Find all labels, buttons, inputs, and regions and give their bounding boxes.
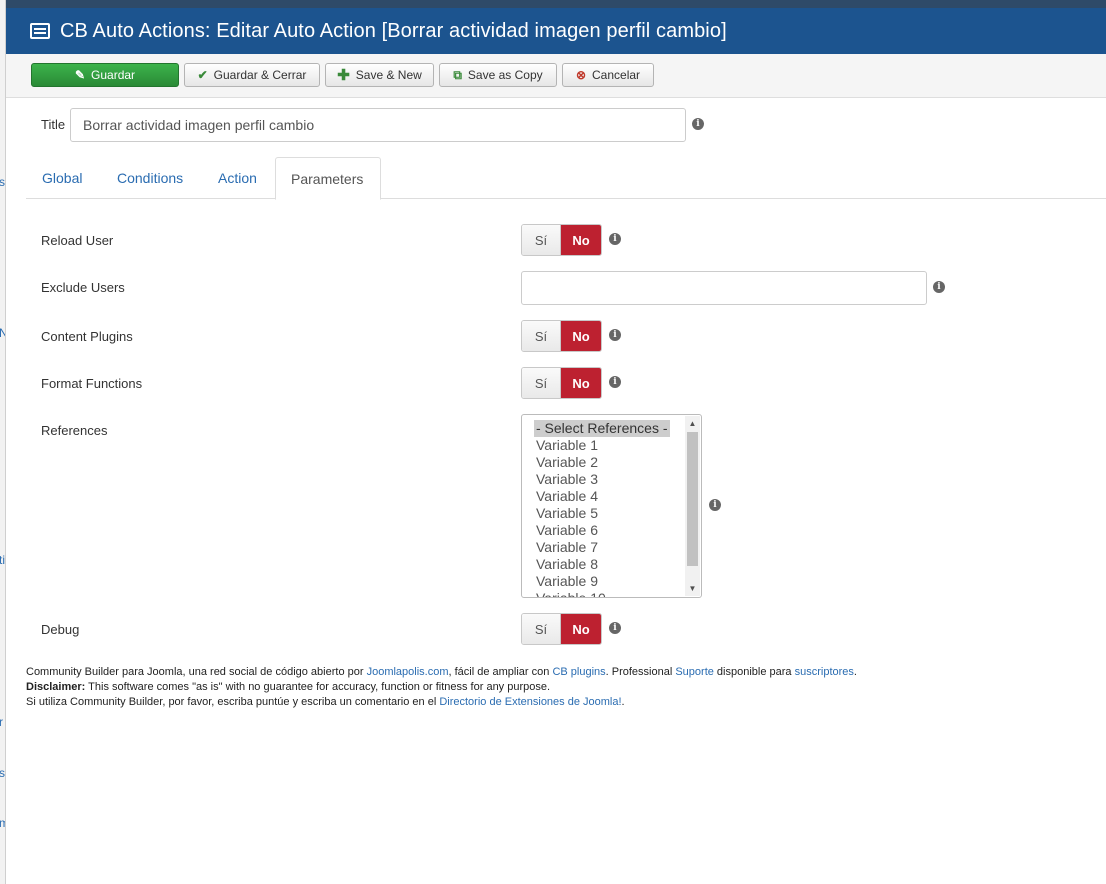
page-title: CB Auto Actions: Editar Auto Action [Bor… bbox=[60, 19, 727, 42]
content-plugins-toggle: Sí No bbox=[521, 320, 602, 352]
footer-line-disclaimer: Disclaimer: This software comes "as is" … bbox=[26, 680, 1026, 695]
scroll-up-arrow-icon[interactable]: ▲ bbox=[685, 416, 700, 431]
cancel-button-label: Cancelar bbox=[592, 68, 641, 82]
tab-bar: Global Conditions Action Parameters bbox=[26, 157, 1106, 200]
tab-action[interactable]: Action bbox=[203, 157, 272, 199]
reload-user-yes-option[interactable]: Sí bbox=[522, 225, 561, 255]
save-copy-button[interactable]: ⧉ Save as Copy bbox=[439, 63, 557, 87]
footer: Community Builder para Joomla, una red s… bbox=[26, 665, 1026, 710]
references-scrollbar[interactable]: ▲ ▼ bbox=[685, 416, 700, 596]
reload-user-label: Reload User bbox=[41, 233, 114, 248]
cancel-button[interactable]: ⊗ Cancelar bbox=[562, 63, 654, 87]
scroll-down-arrow-icon[interactable]: ▼ bbox=[685, 581, 700, 596]
debug-no-option[interactable]: No bbox=[561, 614, 601, 644]
references-option[interactable]: Variable 1 bbox=[534, 437, 670, 454]
references-option[interactable]: Variable 9 bbox=[534, 573, 670, 590]
edit-icon: ✎ bbox=[74, 68, 86, 82]
list-icon bbox=[30, 23, 50, 39]
save-close-button[interactable]: ✔ Guardar & Cerrar bbox=[184, 63, 320, 87]
references-option[interactable]: Variable 7 bbox=[534, 539, 670, 556]
info-icon[interactable]: i bbox=[609, 622, 621, 634]
background-fragment: N bbox=[0, 326, 5, 340]
toolbar: ✎ Guardar ✔ Guardar & Cerrar ✚ Save & Ne… bbox=[6, 54, 1106, 98]
exclude-users-input[interactable] bbox=[521, 271, 927, 305]
save-close-button-label: Guardar & Cerrar bbox=[213, 68, 307, 82]
joomla-extensions-directory-link[interactable]: Directorio de Extensiones de Joomla! bbox=[439, 696, 621, 708]
tab-conditions[interactable]: Conditions bbox=[102, 157, 198, 199]
background-fragment: r bbox=[0, 715, 3, 729]
save-copy-button-label: Save as Copy bbox=[467, 68, 543, 82]
footer-line-review: Si utiliza Community Builder, por favor,… bbox=[26, 695, 1026, 710]
references-option[interactable]: Variable 3 bbox=[534, 471, 670, 488]
footer-text: disponible para bbox=[713, 666, 795, 678]
background-fragment: s bbox=[0, 766, 5, 780]
content-plugins-no-option[interactable]: No bbox=[561, 321, 601, 351]
info-icon[interactable]: i bbox=[609, 329, 621, 341]
format-functions-yes-option[interactable]: Sí bbox=[522, 368, 561, 398]
save-new-button-label: Save & New bbox=[355, 68, 422, 82]
save-button[interactable]: ✎ Guardar bbox=[31, 63, 179, 87]
cb-plugins-link[interactable]: CB plugins bbox=[552, 666, 605, 678]
references-option[interactable]: Variable 2 bbox=[534, 454, 670, 471]
footer-line-credits: Community Builder para Joomla, una red s… bbox=[26, 665, 1026, 680]
debug-label: Debug bbox=[41, 622, 80, 637]
info-icon[interactable]: i bbox=[933, 281, 945, 293]
info-icon[interactable]: i bbox=[609, 376, 621, 388]
references-options: - Select References - Variable 1 Variabl… bbox=[534, 420, 670, 597]
copy-icon: ⧉ bbox=[453, 67, 462, 82]
page-header: CB Auto Actions: Editar Auto Action [Bor… bbox=[6, 8, 1106, 54]
background-fragment: s bbox=[0, 175, 5, 189]
title-label: Title bbox=[41, 117, 66, 132]
subscribers-link[interactable]: suscriptores bbox=[795, 666, 854, 678]
plus-icon: ✚ bbox=[337, 67, 350, 84]
save-button-label: Guardar bbox=[91, 68, 136, 82]
references-option[interactable]: Variable 5 bbox=[534, 505, 670, 522]
debug-yes-option[interactable]: Sí bbox=[522, 614, 561, 644]
info-icon[interactable]: i bbox=[692, 118, 704, 130]
content-plugins-label: Content Plugins bbox=[41, 329, 133, 344]
format-functions-toggle: Sí No bbox=[521, 367, 602, 399]
format-functions-label: Format Functions bbox=[41, 376, 143, 391]
exclude-users-label: Exclude Users bbox=[41, 280, 125, 295]
footer-text: Community Builder para Joomla, una red s… bbox=[26, 666, 367, 678]
cancel-circle-icon: ⊗ bbox=[575, 68, 587, 82]
footer-text: Si utiliza Community Builder, por favor,… bbox=[26, 696, 440, 708]
scroll-thumb[interactable] bbox=[687, 432, 698, 566]
references-option[interactable]: Variable 10 bbox=[534, 590, 670, 597]
top-band bbox=[6, 0, 1106, 8]
background-page-edge: s N ti r s m bbox=[0, 0, 6, 884]
save-new-button[interactable]: ✚ Save & New bbox=[325, 63, 434, 87]
disclaimer-label: Disclaimer: bbox=[26, 681, 86, 693]
background-fragment: ti bbox=[0, 553, 5, 567]
tab-parameters[interactable]: Parameters bbox=[275, 157, 381, 200]
footer-text: , fácil de ampliar con bbox=[448, 666, 553, 678]
footer-text: . bbox=[621, 696, 625, 708]
info-icon[interactable]: i bbox=[609, 233, 621, 245]
reload-user-no-option[interactable]: No bbox=[561, 225, 601, 255]
disclaimer-text: This software comes "as is" with no guar… bbox=[85, 681, 551, 693]
references-option[interactable]: Variable 8 bbox=[534, 556, 670, 573]
references-label: References bbox=[41, 423, 108, 438]
references-option[interactable]: Variable 6 bbox=[534, 522, 670, 539]
format-functions-no-option[interactable]: No bbox=[561, 368, 601, 398]
check-icon: ✔ bbox=[197, 68, 208, 82]
references-listbox[interactable]: - Select References - Variable 1 Variabl… bbox=[521, 414, 702, 598]
content-plugins-yes-option[interactable]: Sí bbox=[522, 321, 561, 351]
background-fragment: m bbox=[0, 816, 5, 830]
info-icon[interactable]: i bbox=[709, 499, 721, 511]
title-input[interactable]: Borrar actividad imagen perfil cambio bbox=[70, 108, 686, 142]
debug-toggle: Sí No bbox=[521, 613, 602, 645]
joomlapolis-link[interactable]: Joomlapolis.com bbox=[367, 666, 449, 678]
reload-user-toggle: Sí No bbox=[521, 224, 602, 256]
support-link[interactable]: Suporte bbox=[675, 666, 714, 678]
tab-global[interactable]: Global bbox=[27, 157, 97, 199]
footer-text: . bbox=[853, 666, 857, 678]
references-option[interactable]: Variable 4 bbox=[534, 488, 670, 505]
footer-text: . Professional bbox=[605, 666, 676, 678]
references-option[interactable]: - Select References - bbox=[534, 420, 670, 437]
